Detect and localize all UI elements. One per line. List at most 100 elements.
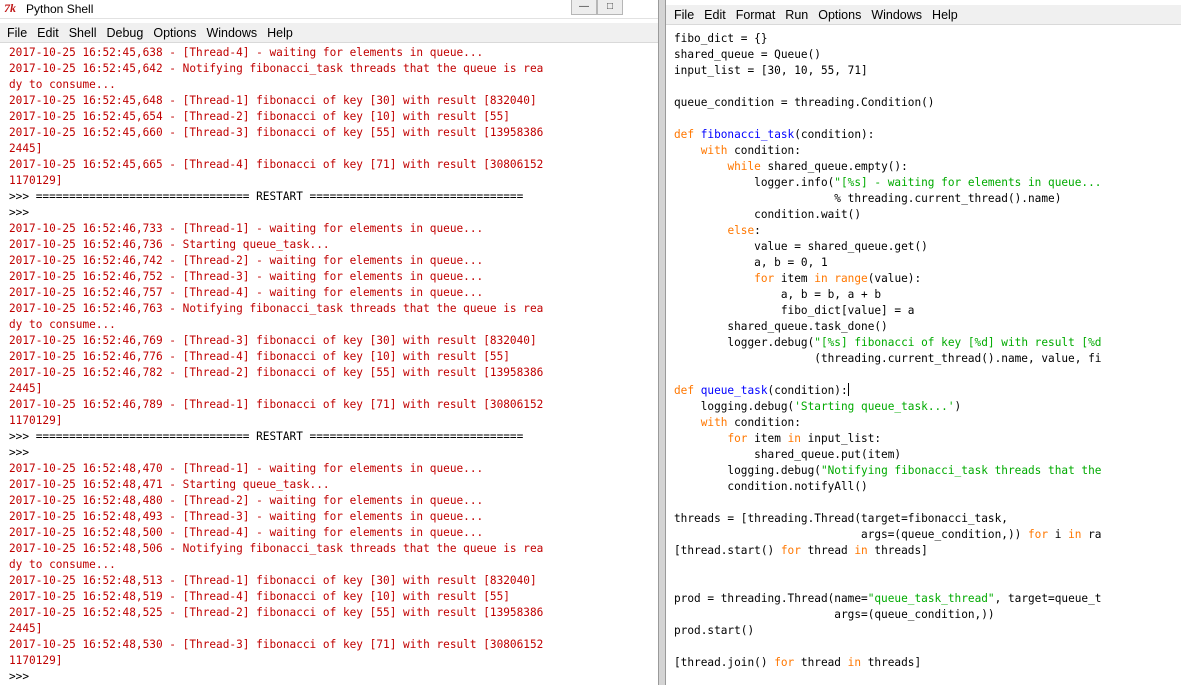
code-line: input_list = [30, 10, 55, 71] (674, 63, 1102, 79)
code-line: with condition: (674, 143, 1102, 159)
shell-menu-shell[interactable]: Shell (64, 23, 102, 43)
log-line: 2017-10-25 16:52:48,525 - [Thread-2] fib… (9, 606, 544, 619)
code-token: for (754, 272, 775, 285)
code-line: prod = threading.Thread(name="queue_task… (674, 591, 1102, 607)
log-line: dy to consume... (9, 78, 116, 91)
text-cursor (847, 383, 849, 396)
code-token: range (834, 272, 868, 285)
code-token: prod.start() (674, 624, 755, 637)
code-line: def fibonacci_task(condition): (674, 127, 1102, 143)
code-token: while (727, 160, 761, 173)
shell-menu-file[interactable]: File (2, 23, 32, 43)
code-token: args=(queue_condition,)) (674, 528, 1028, 541)
code-token: "queue_task_thread" (867, 592, 995, 605)
prompt-line: >>> (9, 670, 36, 683)
prompt-line: >>> ================================ RES… (9, 430, 524, 443)
log-line: 2017-10-25 16:52:45,642 - Notifying fibo… (9, 62, 544, 75)
log-line: 2017-10-25 16:52:46,742 - [Thread-2] - w… (9, 254, 484, 267)
code-token: a, b = b, a + b (674, 288, 882, 301)
code-line: [thread.start() for thread in threads] (674, 543, 1102, 559)
editor-menu-edit[interactable]: Edit (699, 5, 731, 25)
log-line: 2017-10-25 16:52:48,513 - [Thread-1] fib… (9, 574, 537, 587)
code-token: def (674, 384, 701, 397)
editor-menu-windows[interactable]: Windows (866, 5, 927, 25)
editor-menu-bar: File Edit Format Run Options Windows Help (666, 5, 1181, 25)
code-token: "Notifying fibonacci_task threads that t… (820, 464, 1102, 477)
log-line: 2017-10-25 16:52:48,471 - Starting queue… (9, 478, 330, 491)
prompt-line: >>> ================================ RES… (9, 190, 524, 203)
code-token: (value): (867, 272, 922, 285)
log-line: 2017-10-25 16:52:46,789 - [Thread-1] fib… (9, 398, 544, 411)
shell-menu-bar: File Edit Shell Debug Options Windows Help (0, 23, 658, 43)
shell-title-bar[interactable]: 7k Python Shell — □ (0, 0, 658, 19)
code-token: fibonacci_task (700, 128, 795, 141)
code-token: in (854, 544, 868, 557)
shell-menu-help[interactable]: Help (262, 23, 298, 43)
code-line: shared_queue.task_done() (674, 319, 1102, 335)
shell-menu-windows[interactable]: Windows (201, 23, 262, 43)
editor-window: File Edit Format Run Options Windows Help fibo… (666, 0, 1181, 685)
code-line: % threading.current_thread().name) (674, 191, 1102, 207)
log-line: 2017-10-25 16:52:48,506 - Notifying fibo… (9, 542, 544, 555)
code-token: ) (954, 400, 962, 413)
code-token: for (774, 656, 795, 669)
code-line: shared_queue = Queue() (674, 47, 1102, 63)
code-token: for (1028, 528, 1049, 541)
code-token: threads] (867, 544, 928, 557)
editor-menu-help[interactable]: Help (927, 5, 963, 25)
log-line: 2017-10-25 16:52:46,733 - [Thread-1] - w… (9, 222, 484, 235)
code-line: logger.debug("[%s] fibonacci of key [%d]… (674, 335, 1102, 351)
code-token: ra (1081, 528, 1102, 541)
code-token: shared_queue.task_done() (674, 320, 888, 333)
code-token: shared_queue.empty(): (760, 160, 908, 173)
log-line: 2017-10-25 16:52:45,638 - [Thread-4] - w… (9, 46, 484, 59)
code-line: while shared_queue.empty(): (674, 159, 1102, 175)
code-token: [thread.join() (674, 656, 775, 669)
code-line: condition.notifyAll() (674, 479, 1102, 495)
code-token: thread (794, 656, 848, 669)
tk-feather-icon: 7k (4, 1, 16, 15)
code-token: for (727, 432, 748, 445)
code-line: logging.debug('Starting queue_task...') (674, 399, 1102, 415)
log-line: 2445] (9, 142, 43, 155)
code-token: , target=queue_t (994, 592, 1102, 605)
code-token: shared_queue.put(item) (674, 448, 902, 461)
code-token: input_list = [30, 10, 55, 71] (674, 64, 868, 77)
code-token: logger.info( (674, 176, 835, 189)
code-token: fibo_dict = {} (674, 32, 768, 45)
code-editor[interactable]: fibo_dict = {} shared_queue = Queue() inpu… (674, 31, 1102, 671)
python-shell-window: 7k Python Shell — □ File Edit Shell Debug Op… (0, 0, 658, 685)
code-token: condition: (727, 416, 801, 429)
prompt-line: >>> (9, 206, 36, 219)
minimize-button[interactable]: — (571, 0, 597, 15)
code-token: else (727, 224, 755, 237)
editor-menu-file[interactable]: File (669, 5, 699, 25)
log-line: 2017-10-25 16:52:45,654 - [Thread-2] fib… (9, 110, 510, 123)
log-line: 2017-10-25 16:52:46,782 - [Thread-2] fib… (9, 366, 544, 379)
code-line: fibo_dict = {} (674, 31, 1102, 47)
shell-output[interactable]: 2017-10-25 16:52:45,638 - [Thread-4] - w… (9, 45, 543, 685)
shell-menu-edit[interactable]: Edit (32, 23, 64, 43)
log-line: dy to consume... (9, 318, 116, 331)
log-line: 2445] (9, 382, 43, 395)
code-line: queue_condition = threading.Condition() (674, 95, 1102, 111)
prompt-line: >>> (9, 446, 36, 459)
editor-menu-format[interactable]: Format (731, 5, 781, 25)
shell-menu-options[interactable]: Options (148, 23, 201, 43)
log-line: 1170129] (9, 654, 63, 667)
code-line: value = shared_queue.get() (674, 239, 1102, 255)
code-token: in (814, 272, 828, 285)
editor-menu-run[interactable]: Run (780, 5, 813, 25)
shell-menu-debug[interactable]: Debug (102, 23, 149, 43)
code-token: threads = [threading.Thread(target=fibon… (674, 512, 1008, 525)
editor-menu-options[interactable]: Options (813, 5, 866, 25)
maximize-button[interactable]: □ (597, 0, 623, 15)
code-token: args=(queue_condition,)) (674, 608, 995, 621)
code-token: (condition): (767, 384, 848, 397)
